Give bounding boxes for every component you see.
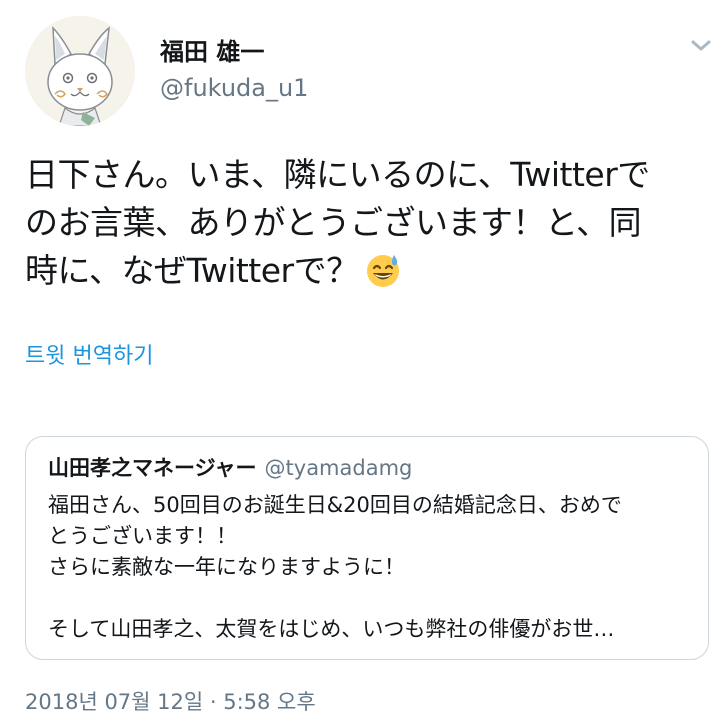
quoted-text-line: [48, 583, 688, 614]
author-handle[interactable]: @fukuda_u1: [160, 74, 308, 102]
quoted-tweet-header: 山田孝之マネージャー @tyamadamg: [48, 454, 412, 482]
author-display-name[interactable]: 福田 雄一: [160, 38, 264, 66]
quoted-tweet-text: 福田さん、50回目のお誕生日&20回目の結婚記念日、おめで とうございます！！ …: [48, 490, 688, 645]
avatar[interactable]: [25, 16, 135, 126]
quoted-text-line: そして山田孝之、太賀をはじめ、いつも弊社の俳優がお世…: [48, 617, 615, 641]
quoted-author-name: 山田孝之マネージャー: [48, 456, 257, 480]
tweet-text: 日下さん。いま、隣にいるのに、Twitterで のお言葉、ありがとうございます！…: [25, 151, 697, 295]
quoted-text-line: とうございます！！: [48, 524, 237, 548]
quoted-text-line: さらに素敵な一年になりますように！: [48, 555, 405, 579]
tweet-timestamp[interactable]: 2018년 07월 12일 · 5:58 오후: [25, 688, 316, 716]
tweet-text-line: のお言葉、ありがとうございます！と、同: [25, 203, 642, 242]
tweet-text-fragment: 時に、なぜTwitterで？: [25, 251, 359, 290]
tweet-text-line: 時に、なぜTwitterで？: [25, 247, 697, 295]
tweet-detail: 福田 雄一 @fukuda_u1 日下さん。いま、隣にいるのに、Twitterで…: [0, 0, 720, 723]
chevron-down-icon[interactable]: [686, 33, 716, 57]
tweet-text-line: 日下さん。いま、隣にいるのに、Twitterで: [25, 155, 650, 194]
quoted-author-handle: @tyamadamg: [264, 456, 413, 480]
translate-tweet-link[interactable]: 트윗 번역하기: [25, 343, 153, 371]
quoted-tweet[interactable]: 山田孝之マネージャー @tyamadamg 福田さん、50回目のお誕生日&20回目…: [25, 436, 709, 660]
cat-drawing-avatar-icon: [25, 16, 135, 126]
quoted-text-line: 福田さん、50回目のお誕生日&20回目の結婚記念日、おめで: [48, 493, 622, 517]
grinning-face-with-sweat-emoji-icon: [365, 252, 401, 288]
